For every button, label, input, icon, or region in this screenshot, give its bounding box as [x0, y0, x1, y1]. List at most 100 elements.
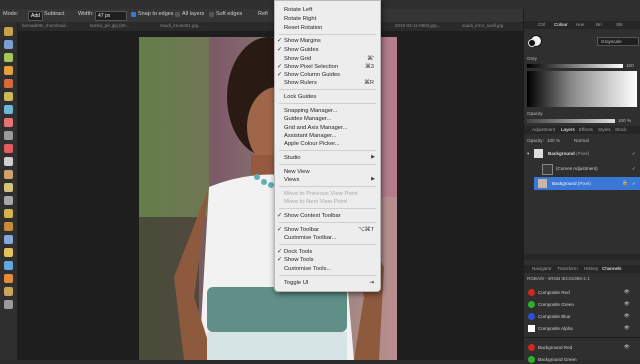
tab-ctrl[interactable]: Ctrl — [538, 22, 545, 27]
menu-item-toggle-ui[interactable]: Toggle UI ⇥ — [275, 279, 380, 287]
tab-layers[interactable]: Layers — [561, 127, 575, 132]
width-field[interactable]: 47 px — [95, 11, 127, 21]
clone-tool-icon[interactable] — [4, 196, 13, 205]
tab-transform[interactable]: Transform — [557, 266, 578, 271]
colour-mode-select[interactable]: Grayscale — [597, 37, 639, 46]
crop-tool-icon[interactable] — [4, 53, 13, 62]
menu-item-show-context-toolbar[interactable]: ✓ Show Context Toolbar — [275, 212, 380, 220]
eraser-tool-icon[interactable] — [4, 157, 13, 166]
menu-item-reset-rotation[interactable]: Reset Rotation — [275, 24, 380, 32]
blend-mode-select[interactable]: Normal — [574, 138, 589, 143]
tab-styles[interactable]: Styles — [598, 127, 611, 132]
eye-icon[interactable]: 👁 — [624, 289, 630, 295]
layer-row[interactable]: ▾ Background (Pixel) ✓ — [527, 147, 640, 160]
eye-icon[interactable]: 👁 — [624, 313, 630, 319]
tab-effects[interactable]: Effects — [579, 127, 593, 132]
gradient-tool-icon[interactable] — [4, 274, 13, 283]
visibility-checkbox[interactable]: ✓ — [632, 151, 636, 157]
doc-tab[interactable]: saudi_irnor_sunil.jpg — [462, 23, 503, 28]
doc-tab[interactable]: saudi_irnoea01.jpg... — [160, 23, 202, 28]
rectangle-marquee-icon[interactable] — [4, 105, 13, 114]
layer-opacity-value[interactable]: 100 % — [547, 138, 560, 143]
grey-slider[interactable] — [527, 64, 623, 68]
tab-hue[interactable]: Hue — [576, 22, 584, 27]
menu-item-show-toolbar[interactable]: ✓ Show Toolbar ⌥⌘T — [275, 226, 380, 234]
menu-item-new-view[interactable]: New View — [275, 168, 380, 176]
menu-item-assistant-manager[interactable]: Assistant Manager... — [275, 132, 380, 140]
channel-row[interactable]: Composite Blue 👁 — [526, 311, 640, 321]
layer-row[interactable]: (Curves Adjustment) ✓ — [538, 162, 640, 175]
menu-item-grid-axis-manager[interactable]: Grid and Axis Manager... — [275, 124, 380, 132]
tab-adjustment[interactable]: Adjustment — [532, 127, 555, 132]
menu-item-customise-toolbar[interactable]: Customise Toolbar... — [275, 234, 380, 242]
channel-row[interactable]: Composite Green 👁 — [526, 299, 640, 309]
menu-item-dock-tools[interactable]: ✓ Dock Tools — [275, 248, 380, 256]
fill-tool-icon[interactable] — [4, 92, 13, 101]
menu-item-show-rulers[interactable]: Show Rulers ⌘R — [275, 79, 380, 87]
menu-item-show-guides[interactable]: ✓ Show Guides — [275, 46, 380, 54]
visibility-checkbox[interactable]: ✓ — [632, 166, 636, 172]
doc-tab[interactable]: tamku_pic.jpg (60... — [90, 23, 129, 28]
mode-subtract-button[interactable]: Subtract — [44, 11, 64, 17]
tab-history[interactable]: History — [584, 266, 598, 271]
expand-arrow-icon[interactable]: ▾ — [527, 151, 529, 157]
menu-separator — [279, 150, 376, 151]
zoom-tool-icon[interactable] — [4, 300, 13, 309]
channel-row[interactable]: Composite Red 👁 — [526, 287, 640, 297]
selection-brush-icon[interactable] — [4, 66, 13, 75]
tab-channels[interactable]: Channels — [602, 266, 621, 271]
opacity-slider[interactable] — [527, 119, 615, 123]
menu-item-rotate-right[interactable]: Rotate Right — [275, 15, 380, 23]
soft-edges-checkbox[interactable] — [209, 12, 214, 17]
menu-item-show-pixel-selection[interactable]: ✓ Show Pixel Selection ⌘3 — [275, 63, 380, 71]
menu-item-snapping-manager[interactable]: Snapping Manager... — [275, 107, 380, 115]
stroke-swatch[interactable] — [528, 39, 536, 47]
eye-icon[interactable]: 👁 — [624, 301, 630, 307]
pen-tool-icon[interactable] — [4, 235, 13, 244]
eye-icon[interactable]: 👁 — [624, 325, 630, 331]
tab-bri[interactable]: Bri — [596, 22, 602, 27]
menu-item-show-column-guides[interactable]: ✓ Show Column Guides — [275, 71, 380, 79]
healing-tool-icon[interactable] — [4, 209, 13, 218]
lock-icon[interactable]: 🔒 — [622, 180, 628, 186]
channel-row[interactable]: Background Green — [526, 354, 640, 364]
tab-stk[interactable]: Stk — [616, 22, 623, 27]
blur-tool-icon[interactable] — [4, 183, 13, 192]
menu-item-guides-manager[interactable]: Guides Manager... — [275, 115, 380, 123]
move-tool-icon[interactable] — [4, 27, 13, 36]
color-picker-icon[interactable] — [4, 118, 13, 127]
menu-item-lock-guides[interactable]: Lock Guides — [275, 93, 380, 101]
menu-item-show-grid[interactable]: Show Grid ⌘' — [275, 55, 380, 63]
dodge-tool-icon[interactable] — [4, 170, 13, 179]
text-tool-icon[interactable] — [4, 261, 13, 270]
flood-fill-icon[interactable] — [4, 144, 13, 153]
channel-row[interactable]: Composite Alpha 👁 — [526, 323, 640, 333]
menu-item-rotate-left[interactable]: Rotate Left — [275, 6, 380, 14]
doc-tab[interactable]: 2015-03-11-0983.jpg... — [395, 23, 440, 28]
menu-item-apple-colour-picker[interactable]: Apple Colour Picker... — [275, 140, 380, 148]
shape-tool-icon[interactable] — [4, 248, 13, 257]
tab-colour[interactable]: Colour — [554, 22, 568, 27]
all-layers-checkbox[interactable] — [175, 12, 180, 17]
channel-row[interactable]: Background Red 👁 — [526, 342, 640, 352]
smudge-tool-icon[interactable] — [4, 222, 13, 231]
menu-item-views[interactable]: Views ▶ — [275, 176, 380, 184]
paint-brush-icon[interactable] — [4, 131, 13, 140]
brush-tool-icon[interactable] — [4, 79, 13, 88]
mode-add-button[interactable]: Add — [28, 11, 43, 21]
layer-row-selected[interactable]: Background (Pixel) 🔒 ✓ — [534, 177, 640, 190]
red-eye-tool-icon[interactable] — [4, 287, 13, 296]
grey-spectrum[interactable] — [527, 71, 637, 107]
doc-tab[interactable]: bernadette_thumbnail... — [22, 23, 69, 28]
visibility-checkbox[interactable]: ✓ — [632, 181, 636, 187]
eye-icon[interactable]: 👁 — [624, 344, 630, 350]
view-tool-icon[interactable] — [4, 40, 13, 49]
menu-item-studio[interactable]: Studio ▶ — [275, 154, 380, 162]
menu-item-show-margins[interactable]: ✓ Show Margins — [275, 37, 380, 45]
tab-navigator[interactable]: Navigator — [532, 266, 552, 271]
tab-stock[interactable]: Stock — [615, 127, 627, 132]
snap-edges-checkbox[interactable] — [131, 12, 136, 17]
menu-item-show-tools[interactable]: ✓ Show Tools — [275, 256, 380, 264]
menu-item-customise-tools[interactable]: Customise Tools... — [275, 265, 380, 273]
refine-button[interactable]: Refi — [258, 11, 268, 17]
